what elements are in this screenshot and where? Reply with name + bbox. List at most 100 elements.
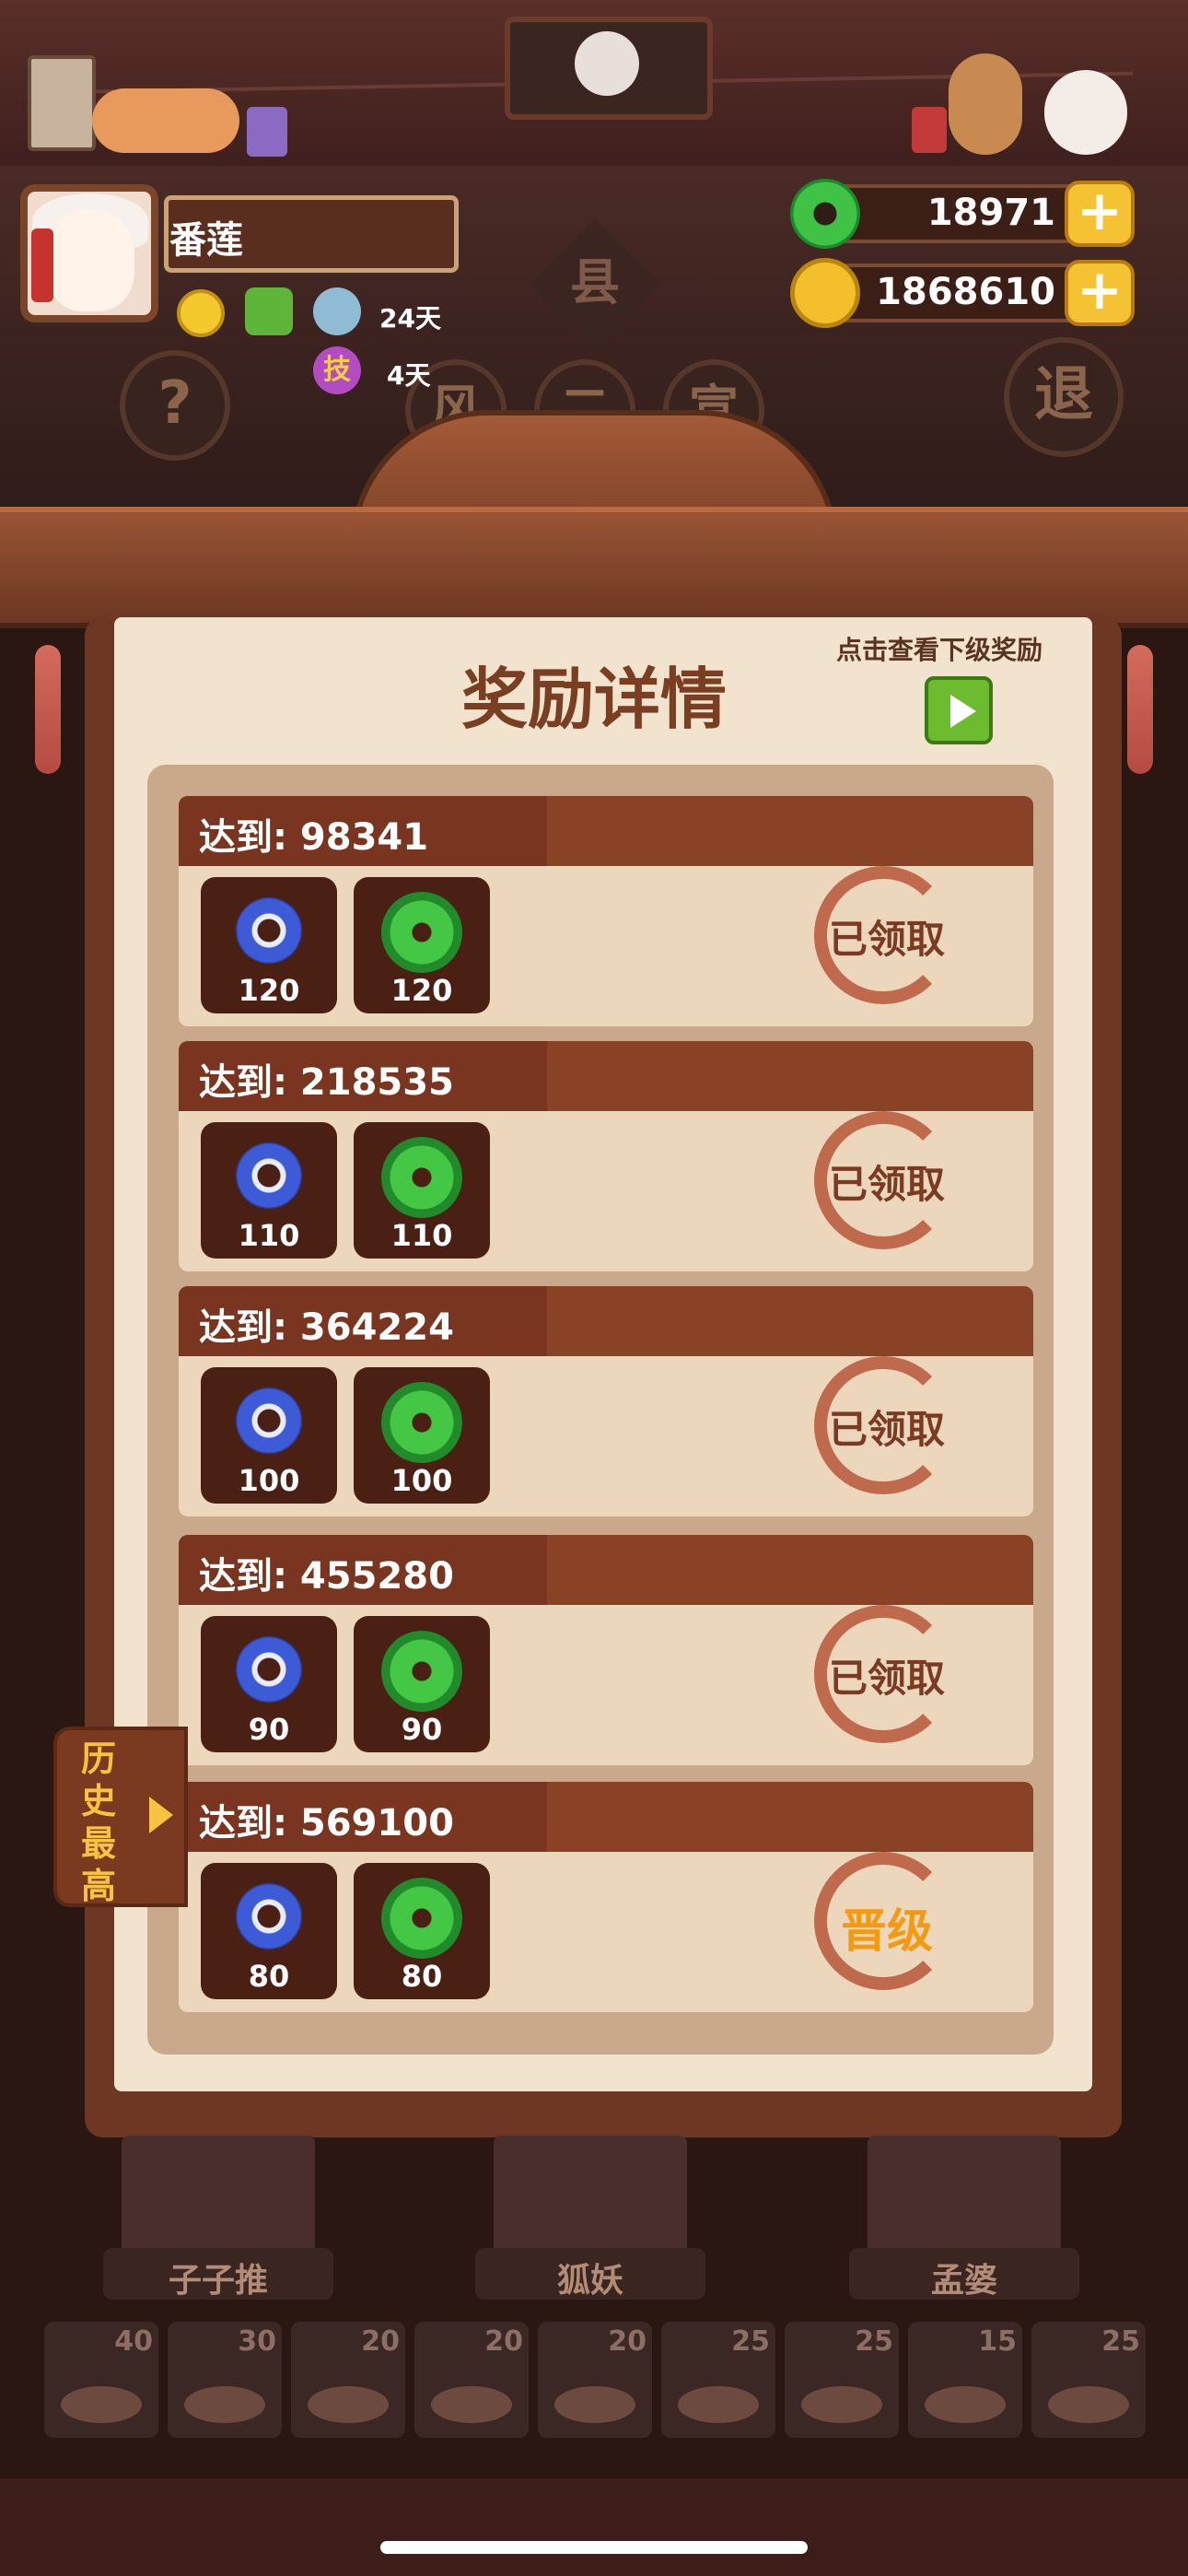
orange-cat-icon	[92, 88, 239, 153]
jade-boost-icon[interactable]	[245, 287, 293, 335]
exit-button[interactable]: 退	[1004, 337, 1124, 457]
claimed-status: 已领取	[828, 1162, 945, 1207]
coin-boost-icon[interactable]	[177, 289, 225, 337]
reward-card-body: 90 90 已领取	[179, 1605, 1033, 1765]
dish-icon	[184, 2386, 265, 2423]
reward-card-body: 100 100 已领取	[179, 1356, 1033, 1516]
promote-button[interactable]: 晋级	[790, 1894, 984, 1961]
avatar-ribbon	[31, 228, 53, 302]
green-jade-item[interactable]: 110	[354, 1122, 490, 1259]
character-name: 子子推	[168, 2262, 268, 2300]
item-count: 100	[238, 1463, 300, 1498]
character-name: 孟婆	[930, 2262, 997, 2300]
reward-threshold: 达到: 569100	[199, 1802, 454, 1844]
reward-threshold: 达到: 364224	[199, 1306, 454, 1349]
player-avatar[interactable]	[20, 184, 158, 322]
reward-threshold: 达到: 98341	[199, 816, 429, 859]
dish-count: 25	[855, 2325, 893, 2358]
green-jade-icon	[381, 892, 462, 973]
reward-threshold: 达到: 218535	[199, 1061, 454, 1104]
dish-count: 30	[238, 2325, 276, 2358]
skill-boost-icon[interactable]: 技	[313, 346, 361, 394]
blue-ring-item[interactable]: 120	[201, 877, 337, 1013]
dish-count: 15	[978, 2325, 1017, 2358]
blue-ring-icon	[236, 1636, 302, 1703]
hanging-portrait-frame	[505, 17, 713, 120]
green-jade-icon	[381, 1878, 462, 1959]
dish-icon	[61, 2386, 142, 2423]
dish-count: 20	[484, 2325, 523, 2358]
dish-count: 20	[361, 2325, 400, 2358]
item-count: 100	[390, 1463, 453, 1498]
blue-ring-item[interactable]: 80	[201, 1863, 337, 1999]
item-count: 80	[401, 1959, 443, 1994]
character-name: 狐妖	[556, 2262, 623, 2300]
arrow-right-icon	[149, 1797, 173, 1833]
home-indicator[interactable]	[380, 2541, 808, 2554]
red-jar-icon	[912, 107, 947, 153]
bottom-bar	[0, 2478, 1188, 2576]
skill-boost-days: 4天	[387, 360, 431, 391]
play-arrow-icon	[950, 695, 976, 728]
dish-icon	[431, 2386, 512, 2423]
next-level-button[interactable]	[925, 676, 993, 744]
character-card[interactable]	[494, 2136, 687, 2265]
blue-ring-item[interactable]: 110	[201, 1122, 337, 1259]
reward-card: 达到: 364224 100 100 已领取	[179, 1286, 1033, 1516]
item-count: 90	[248, 1712, 290, 1747]
reward-card-body: 120 120 已领取	[179, 866, 1033, 1026]
blue-ring-item[interactable]: 90	[201, 1616, 337, 1752]
reward-card-body: 110 110 已领取	[179, 1111, 1033, 1271]
item-count: 120	[238, 973, 300, 1008]
wood-beam	[0, 507, 1188, 628]
bowl-boost-days: 24天	[379, 303, 441, 334]
jade-amount: 18971	[926, 192, 1055, 234]
add-jade-button[interactable]: +	[1065, 181, 1135, 247]
county-sign-text: 县	[570, 253, 620, 311]
blue-ring-icon	[236, 897, 302, 964]
dish-icon	[925, 2386, 1006, 2423]
portrait-cat-icon	[575, 31, 639, 96]
dish-icon	[801, 2386, 882, 2423]
blue-ring-icon	[236, 1142, 302, 1209]
reward-card-body: 80 80 晋级	[179, 1852, 1033, 2012]
dish-icon	[554, 2386, 635, 2423]
green-jade-item[interactable]: 120	[354, 877, 490, 1013]
jar-icon	[247, 107, 287, 157]
green-jade-item[interactable]: 90	[354, 1616, 490, 1752]
coin-amount: 1868610	[876, 271, 1055, 313]
claimed-status: 已领取	[828, 1407, 945, 1452]
bowl-boost-icon[interactable]	[313, 287, 361, 335]
character-card[interactable]	[868, 2136, 1061, 2265]
reward-threshold: 达到: 455280	[199, 1555, 454, 1598]
scroll-sign-icon	[28, 55, 96, 151]
dish-count: 25	[731, 2325, 770, 2358]
item-count: 120	[390, 973, 453, 1008]
item-count: 110	[238, 1218, 300, 1253]
character-card[interactable]	[122, 2136, 315, 2265]
green-jade-item[interactable]: 80	[354, 1863, 490, 1999]
avatar-face	[46, 210, 134, 311]
dish-icon	[678, 2386, 759, 2423]
dish-count: 20	[608, 2325, 646, 2358]
green-jade-icon	[381, 1631, 462, 1712]
blue-ring-item[interactable]: 100	[201, 1367, 337, 1504]
player-name: 番莲	[169, 219, 243, 262]
claimed-status: 已领取	[828, 1656, 945, 1701]
item-count: 80	[248, 1959, 290, 1994]
green-jade-icon	[381, 1137, 462, 1218]
reward-card: 达到: 218535 110 110 已领取	[179, 1041, 1033, 1271]
help-button[interactable]: ?	[120, 350, 230, 461]
girl-figure-icon	[949, 53, 1022, 155]
history-best-label: 历史最高	[81, 1739, 117, 1906]
add-coin-button[interactable]: +	[1065, 260, 1135, 326]
dish-count: 40	[114, 2325, 153, 2358]
green-jade-item[interactable]: 100	[354, 1367, 490, 1504]
reward-card: 达到: 569100 80 80 晋级	[179, 1782, 1033, 2012]
item-count: 90	[401, 1712, 443, 1747]
dish-count: 25	[1101, 2325, 1140, 2358]
dish-icon	[308, 2386, 389, 2423]
dish-icon	[1048, 2386, 1129, 2423]
green-jade-icon	[381, 1382, 462, 1463]
blue-ring-icon	[236, 1883, 302, 1950]
